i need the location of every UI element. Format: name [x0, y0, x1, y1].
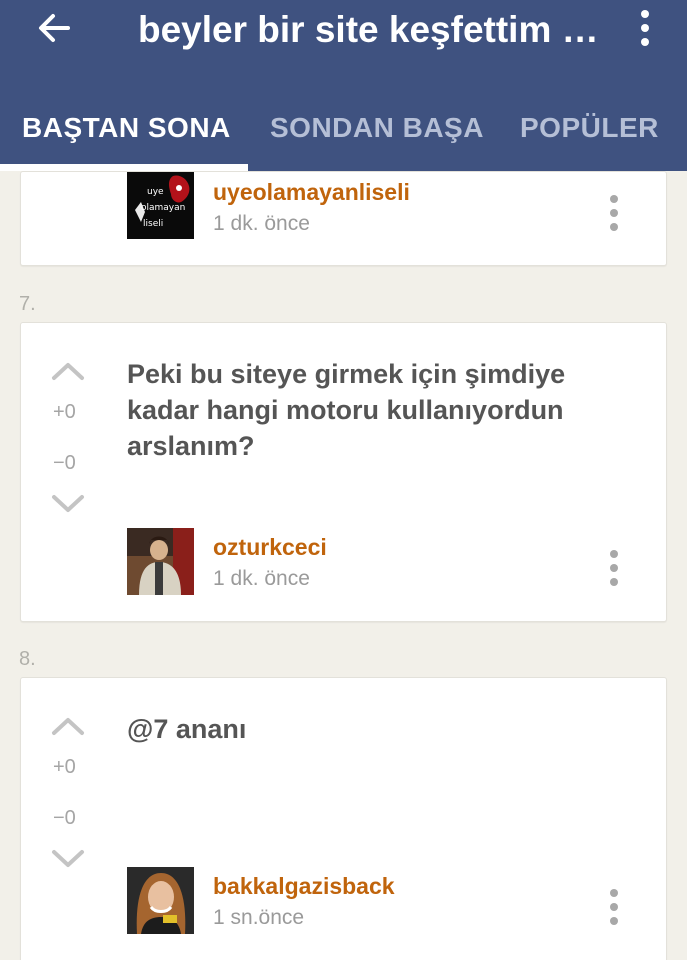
upvote-icon[interactable]	[51, 715, 85, 737]
entry-time: 1 dk. önce	[213, 567, 310, 590]
entry-time: 1 sn.önce	[213, 906, 305, 929]
avatar[interactable]	[127, 528, 194, 595]
avatar-logo-text: uye	[147, 187, 164, 197]
entry-card: uye olamayan liseli uyeolamayanliseli 1 …	[20, 171, 667, 266]
tab-bar: BAŞTAN SONA SONDAN BAŞA POPÜLER	[0, 100, 687, 171]
entry-time: 1 dk. önce	[213, 212, 310, 235]
upvote-count: +0	[53, 401, 76, 423]
vote-controls	[51, 715, 85, 737]
upvote-icon[interactable]	[51, 360, 85, 382]
more-vertical-icon[interactable]	[606, 888, 622, 926]
vote-controls	[51, 360, 85, 382]
page-title: beyler bir site keşfettim a...	[138, 9, 608, 50]
tab-populer[interactable]: POPÜLER	[520, 100, 659, 171]
more-vertical-icon[interactable]	[606, 549, 622, 587]
entry-card: +0 −0 @7 ananı bakkalgazisback 1 sn.önce	[20, 677, 667, 960]
more-vertical-icon[interactable]	[630, 6, 660, 50]
author-name[interactable]: bakkalgazisback	[213, 873, 395, 900]
entry-card: +0 −0 Peki bu siteye girmek için şimdiye…	[20, 322, 667, 622]
author-name[interactable]: uyeolamayanliseli	[213, 179, 410, 206]
active-tab-indicator	[0, 164, 248, 171]
avatar-logo-text: liseli	[143, 219, 163, 229]
downvote-icon[interactable]	[51, 848, 85, 870]
entry-number: 8.	[19, 648, 36, 670]
vote-controls	[51, 848, 85, 870]
avatar[interactable]: uye olamayan liseli	[127, 172, 194, 239]
downvote-count: −0	[53, 807, 76, 829]
avatar-logo-text: olamayan	[141, 203, 185, 213]
arrow-left-icon[interactable]	[34, 8, 74, 48]
author-name[interactable]: ozturkceci	[213, 534, 327, 561]
avatar[interactable]	[127, 867, 194, 934]
entry-text: @7 ananı	[127, 714, 247, 744]
tab-bastan-sona[interactable]: BAŞTAN SONA	[22, 100, 231, 171]
entry-text: Peki bu siteye girmek için şimdiye kadar…	[127, 359, 566, 461]
downvote-icon[interactable]	[51, 493, 85, 515]
more-vertical-icon[interactable]	[606, 194, 622, 232]
vote-controls	[51, 493, 85, 515]
downvote-count: −0	[53, 452, 76, 474]
entry-number: 7.	[19, 293, 36, 315]
upvote-count: +0	[53, 756, 76, 778]
app-bar: beyler bir site keşfettim a... BAŞTAN SO…	[0, 0, 687, 171]
tab-sondan-basa[interactable]: SONDAN BAŞA	[270, 100, 484, 171]
